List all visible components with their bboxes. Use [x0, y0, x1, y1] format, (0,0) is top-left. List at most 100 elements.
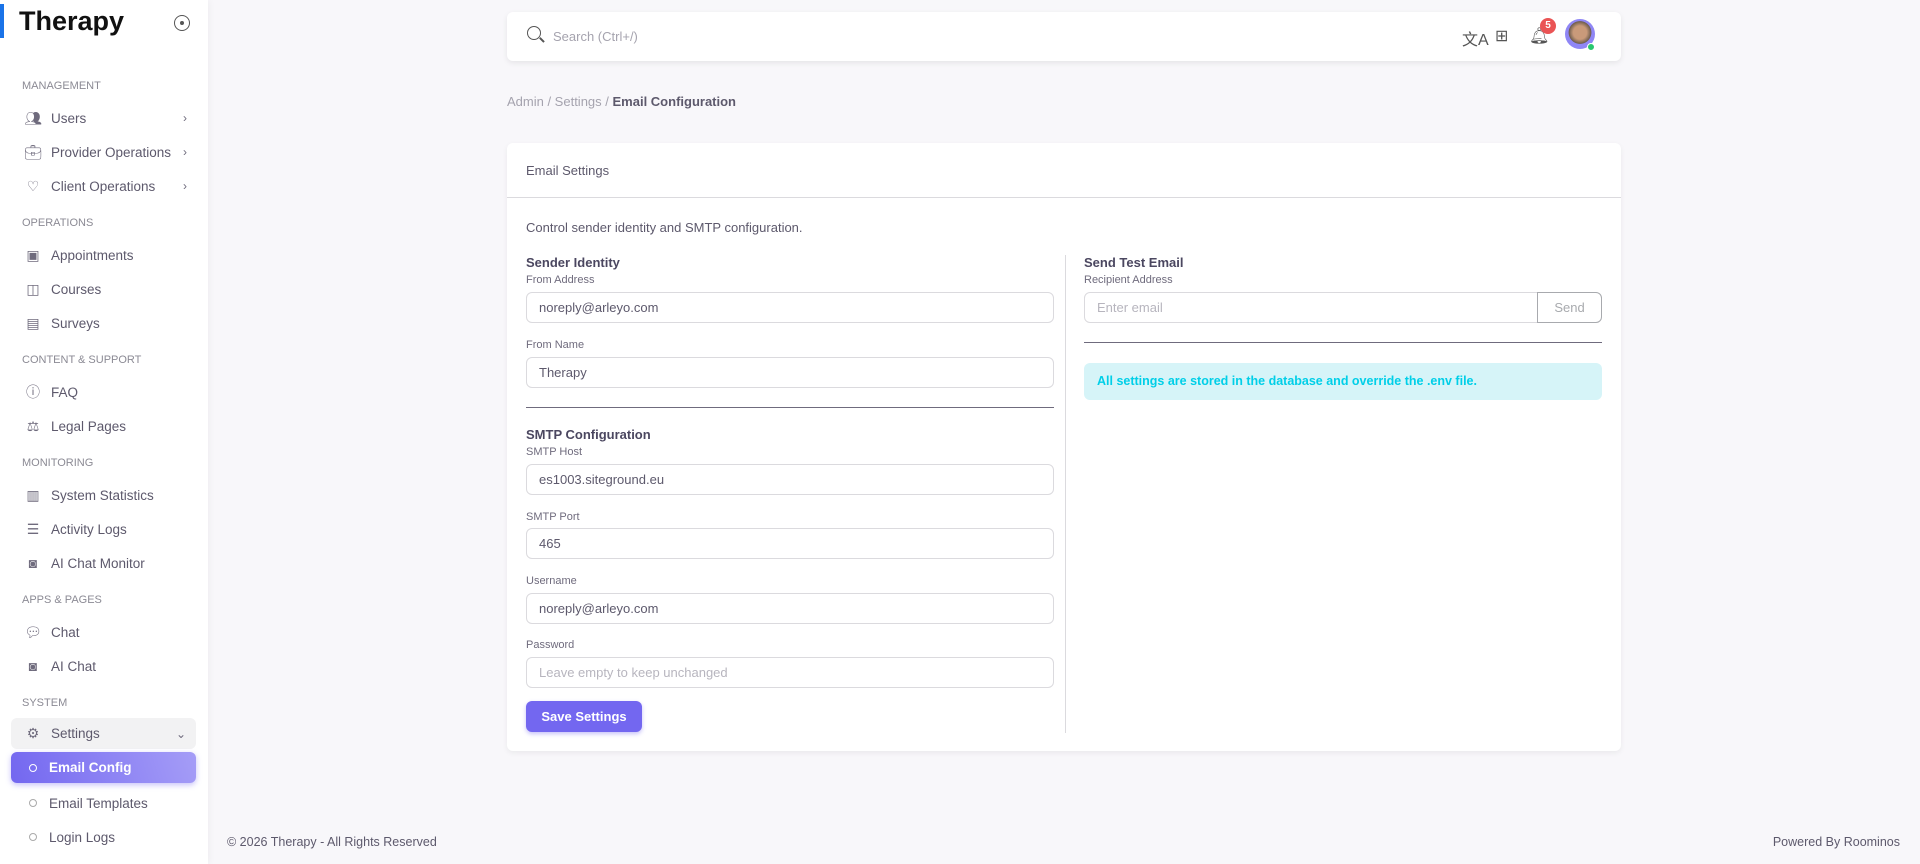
sidebar-item-email-templates[interactable]: Email Templates	[0, 786, 197, 820]
sidebar-item-login-logs[interactable]: Login Logs	[0, 820, 197, 854]
sidebar-item-label: Courses	[51, 281, 102, 297]
send-test-button[interactable]: Send	[1537, 292, 1602, 323]
footer-copyright: © 2026 Therapy - All Rights Reserved	[227, 835, 437, 849]
sidebar-item-label: System Statistics	[51, 487, 154, 503]
sidebar-item-label: Email Config	[49, 760, 132, 775]
sidebar-item-label: Legal Pages	[51, 418, 127, 434]
brand-accent	[0, 4, 4, 38]
bullet-icon	[29, 799, 37, 807]
sidebar-item-faq[interactable]: ⓘ FAQ	[0, 375, 197, 409]
collapse-sidebar-icon[interactable]	[174, 15, 190, 31]
card-title: Email Settings	[507, 143, 1621, 198]
list-icon: ☰	[26, 520, 40, 537]
brand-logo[interactable]: Therapy	[19, 6, 124, 37]
section-label: APPS & PAGES	[22, 594, 102, 606]
scale-icon: ⚖︎	[26, 417, 40, 434]
breadcrumb-current: Email Configuration	[612, 94, 737, 109]
apps-grid-icon[interactable]: ⊞	[1495, 26, 1508, 46]
sidebar-item-legal-pages[interactable]: ⚖︎ Legal Pages	[0, 409, 197, 443]
sidebar-item-activity-logs[interactable]: ☰ Activity Logs	[0, 512, 197, 546]
sidebar-item-courses[interactable]: ◫ Courses	[0, 272, 197, 306]
sidebar-item-surveys[interactable]: ▤ Surveys	[0, 306, 197, 340]
chevron-down-icon: ⌄	[175, 726, 186, 741]
info-alert: All settings are stored in the database …	[1084, 363, 1602, 400]
notification-badge: 5	[1540, 18, 1556, 34]
sender-identity-heading: Sender Identity	[526, 255, 620, 270]
bar-chart-icon: ▥	[26, 486, 40, 503]
sidebar-nav: MANAGEMENT 👥︎ Users › 💼︎ Provider Operation…	[0, 71, 208, 854]
sidebar-item-label: Users	[51, 110, 87, 126]
section-label: SYSTEM	[22, 697, 68, 709]
help-circle-icon: ⓘ	[26, 384, 40, 400]
bullet-icon	[29, 763, 37, 772]
robot-icon: ◙	[28, 555, 38, 571]
sidebar-item-email-config[interactable]: Email Config	[11, 752, 196, 783]
sidebar-item-appointments[interactable]: ▣ Appointments	[0, 238, 197, 272]
calendar-icon: ▣	[26, 246, 40, 263]
search-icon[interactable]	[527, 26, 541, 40]
section-label: OPERATIONS	[22, 217, 94, 229]
clipboard-icon: ▤	[26, 314, 40, 331]
breadcrumb: Admin / Settings / Email Configuration	[507, 94, 736, 109]
chevron-right-icon: ›	[183, 145, 187, 159]
section-label: MONITORING	[22, 457, 94, 469]
book-icon: ◫	[26, 280, 40, 297]
from-name-label: From Name	[526, 339, 585, 351]
bullet-icon	[29, 833, 37, 841]
section-label: CONTENT & SUPPORT	[22, 354, 142, 366]
top-navbar: Search (Ctrl+/) 文A ⊞ 🔔︎ 5	[507, 12, 1621, 61]
sidebar-item-label: Email Templates	[49, 795, 148, 811]
smtp-port-input[interactable]: 465	[526, 528, 1054, 559]
sidebar-item-label: Login Logs	[49, 829, 116, 845]
sidebar-item-label: Chat	[51, 624, 80, 640]
smtp-heading: SMTP Configuration	[526, 427, 651, 442]
sidebar-item-label: AI Chat	[51, 658, 97, 674]
recipient-email-input[interactable]: Enter email	[1084, 292, 1538, 323]
username-input[interactable]: noreply@arleyo.com	[526, 593, 1054, 624]
sidebar-item-system-statistics[interactable]: ▥ System Statistics	[0, 478, 197, 512]
chevron-right-icon: ›	[183, 179, 187, 193]
section-divider	[1084, 342, 1602, 343]
sidebar-item-label: Client Operations	[51, 178, 156, 194]
online-status-indicator	[1587, 43, 1595, 51]
sidebar-item-label: Provider Operations	[51, 144, 172, 160]
smtp-host-input[interactable]: es1003.siteground.eu	[526, 464, 1054, 495]
sidebar-item-label: Appointments	[51, 247, 134, 263]
from-address-input[interactable]: noreply@arleyo.com	[526, 292, 1054, 323]
section-divider	[526, 407, 1054, 408]
translate-icon[interactable]: 文A	[1462, 26, 1489, 50]
sidebar-item-settings[interactable]: ⚙︎ Settings ⌄	[11, 718, 196, 749]
messages-icon: 💬︎	[24, 623, 42, 640]
password-input[interactable]: Leave empty to keep unchanged	[526, 657, 1054, 688]
sidebar-item-users[interactable]: 👥︎ Users ›	[0, 101, 197, 135]
sidebar-item-ai-chat-monitor[interactable]: ◙ AI Chat Monitor	[0, 546, 197, 580]
sidebar-item-label: FAQ	[51, 384, 79, 400]
from-name-input[interactable]: Therapy	[526, 357, 1054, 388]
sidebar-item-label: AI Chat Monitor	[51, 555, 145, 571]
from-address-label: From Address	[526, 274, 595, 286]
breadcrumb-path[interactable]: Admin / Settings /	[507, 94, 613, 109]
briefcase-icon: 💼︎	[24, 143, 42, 160]
sidebar-item-label: Surveys	[51, 315, 100, 331]
users-icon: 👥︎	[24, 109, 42, 126]
sidebar-item-label: Activity Logs	[51, 521, 127, 537]
sidebar-item-ai-chat[interactable]: ◙ AI Chat	[0, 649, 197, 683]
search-input[interactable]: Search (Ctrl+/)	[553, 29, 638, 44]
card-description: Control sender identity and SMTP configu…	[526, 220, 803, 235]
section-label: MANAGEMENT	[22, 80, 101, 92]
username-label: Username	[526, 575, 577, 587]
save-settings-button[interactable]: Save Settings	[526, 701, 642, 732]
chevron-right-icon: ›	[183, 111, 187, 125]
password-label: Password	[526, 639, 575, 651]
footer-powered-by[interactable]: Powered By Roominos	[1773, 835, 1900, 849]
user-heart-icon: ♡	[26, 177, 40, 194]
smtp-port-label: SMTP Port	[526, 511, 580, 523]
sidebar-item-chat[interactable]: 💬︎ Chat	[0, 615, 197, 649]
sidebar-item-client-operations[interactable]: ♡ Client Operations ›	[0, 169, 197, 203]
sidebar-item-label: Settings	[51, 726, 100, 741]
robot-icon: ◙	[28, 658, 38, 674]
smtp-host-label: SMTP Host	[526, 446, 583, 458]
sidebar-item-provider-operations[interactable]: 💼︎ Provider Operations ›	[0, 135, 197, 169]
column-divider	[1065, 255, 1066, 733]
email-settings-card: Email Settings Control sender identity a…	[507, 143, 1621, 751]
